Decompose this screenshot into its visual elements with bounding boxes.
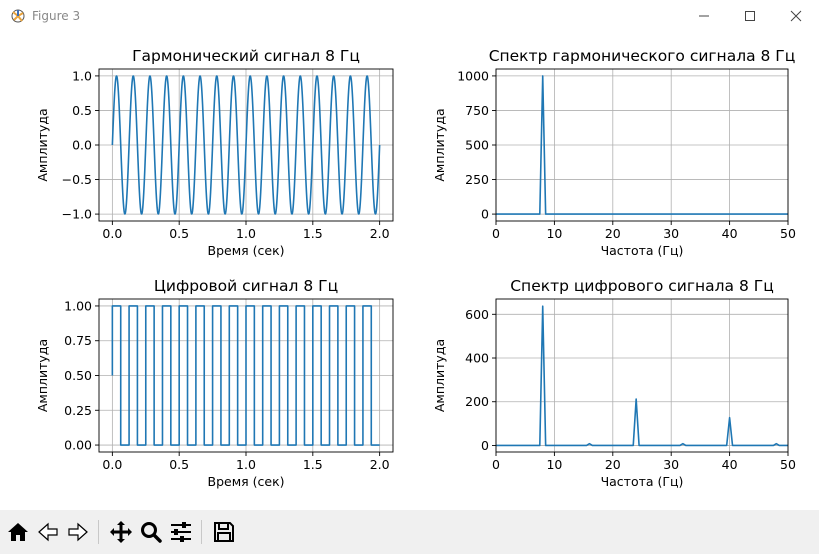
navigation-toolbar (0, 510, 819, 554)
save-button[interactable] (210, 518, 238, 546)
x-axis-label: Частота (Гц) (601, 243, 684, 258)
x-tick-label: 40 (722, 457, 738, 472)
x-tick-label: 0.5 (169, 457, 189, 472)
window-title: Figure 3 (32, 9, 81, 23)
chart-title: Спектр гармонического сигнала 8 Гц (489, 47, 796, 65)
x-tick-label: 0 (492, 457, 500, 472)
y-tick-label: 0.50 (64, 368, 92, 383)
x-tick-label: 30 (663, 457, 679, 472)
chart-title: Гармонический сигнал 8 Гц (132, 47, 360, 65)
x-axis-label: Время (сек) (208, 474, 285, 489)
y-tick-label: 0 (481, 207, 489, 222)
home-button[interactable] (4, 518, 32, 546)
x-tick-label: 1.5 (303, 226, 323, 241)
x-tick-label: 10 (546, 226, 562, 241)
y-tick-label: 1.0 (72, 68, 92, 83)
maximize-button[interactable] (727, 0, 773, 32)
save-icon (214, 522, 234, 542)
y-tick-label: 500 (465, 138, 489, 153)
configure-subplots-icon (171, 522, 191, 542)
y-tick-label: 0.0 (72, 138, 92, 153)
y-tick-label: 600 (465, 307, 489, 322)
home-icon (8, 523, 28, 541)
y-tick-label: −1.0 (62, 207, 92, 222)
x-tick-label: 20 (605, 457, 621, 472)
window-titlebar: Figure 3 (0, 0, 819, 33)
x-tick-label: 50 (780, 457, 796, 472)
back-icon (38, 522, 58, 542)
y-tick-label: 1.00 (64, 298, 92, 313)
x-tick-label: 1.5 (303, 457, 323, 472)
y-axis-label: Амплитуда (432, 339, 447, 412)
x-tick-label: 10 (546, 457, 562, 472)
y-tick-label: 0 (481, 438, 489, 453)
minimize-icon (699, 15, 709, 17)
x-tick-label: 2.0 (370, 457, 390, 472)
y-axis-label: Амплитуда (35, 108, 50, 181)
y-tick-label: 0.00 (64, 438, 92, 453)
y-tick-label: 0.75 (64, 333, 92, 348)
maximize-icon (745, 11, 755, 21)
forward-button[interactable] (64, 518, 92, 546)
x-tick-label: 1.0 (236, 226, 256, 241)
x-tick-label: 20 (605, 226, 621, 241)
x-axis-label: Частота (Гц) (601, 474, 684, 489)
toolbar-separator (98, 520, 99, 544)
zoom-icon (141, 522, 162, 543)
back-button[interactable] (34, 518, 62, 546)
minimize-button[interactable] (681, 0, 727, 32)
y-axis-label: Амплитуда (432, 108, 447, 181)
y-tick-label: 200 (465, 394, 489, 409)
y-tick-label: 400 (465, 351, 489, 366)
y-axis-label: Амплитуда (35, 339, 50, 412)
x-tick-label: 2.0 (370, 226, 390, 241)
pan-button[interactable] (107, 518, 135, 546)
forward-icon (68, 522, 88, 542)
y-tick-label: 1000 (457, 68, 489, 83)
figure-canvas[interactable]: 0.0 0.5 1.0 1.5 2.0 −1.0 −0.5 0.0 0.5 1.0 Гармонич… (0, 32, 819, 510)
configure-subplots-button[interactable] (167, 518, 195, 546)
zoom-button[interactable] (137, 518, 165, 546)
chart-title: Цифровой сигнал 8 Гц (154, 277, 338, 295)
x-tick-label: 0.0 (102, 226, 122, 241)
x-tick-label: 0 (492, 226, 500, 241)
pan-icon (110, 521, 132, 543)
y-tick-label: 0.5 (72, 103, 92, 118)
close-icon (790, 10, 802, 22)
x-tick-label: 0.0 (102, 457, 122, 472)
x-tick-label: 40 (722, 226, 738, 241)
toolbar-separator (201, 520, 202, 544)
figure-svg: 0.0 0.5 1.0 1.5 2.0 −1.0 −0.5 0.0 0.5 1.0 Гармонич… (35, 47, 796, 489)
y-tick-label: −0.5 (62, 172, 92, 187)
y-tick-label: 250 (465, 172, 489, 187)
matplotlib-app-icon (11, 9, 25, 23)
x-tick-label: 30 (663, 226, 679, 241)
x-axis-label: Время (сек) (208, 243, 285, 258)
y-tick-label: 0.25 (64, 403, 92, 418)
close-button[interactable] (773, 0, 819, 32)
series-line (496, 305, 788, 447)
chart-title: Спектр цифрового сигнала 8 Гц (510, 277, 774, 295)
x-tick-label: 50 (780, 226, 796, 241)
x-tick-label: 0.5 (169, 226, 189, 241)
y-tick-label: 750 (465, 103, 489, 118)
window-controls (681, 0, 819, 32)
x-tick-label: 1.0 (236, 457, 256, 472)
